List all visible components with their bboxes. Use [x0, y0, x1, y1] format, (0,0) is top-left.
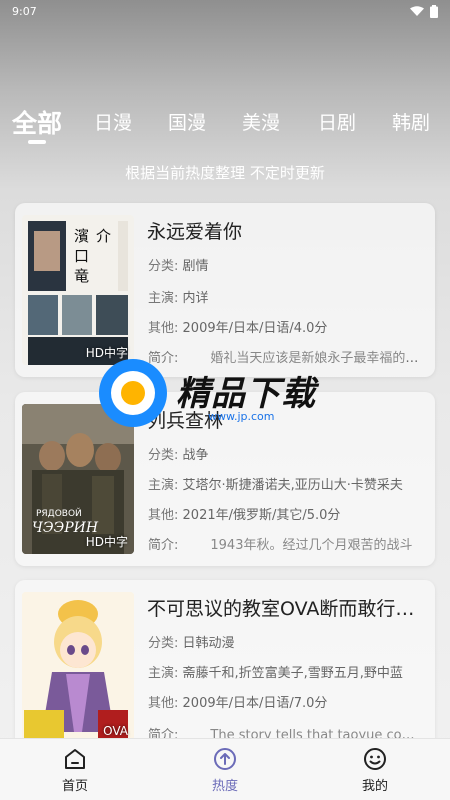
- nav-home[interactable]: 首页: [0, 739, 150, 800]
- item-other: 其他: 2021年/俄罗斯/其它/5.0分: [148, 504, 423, 523]
- nav-profile[interactable]: 我的: [300, 739, 450, 800]
- status-icons: [410, 4, 438, 18]
- item-intro: 简介: 1943年秋。经过几个月艰苦的战斗: [148, 534, 423, 553]
- tab-american-comics[interactable]: 美漫: [242, 108, 280, 135]
- other-value: 2021年/俄罗斯/其它/5.0分: [182, 508, 341, 523]
- nav-profile-label: 我的: [361, 778, 388, 794]
- status-time: 9:07: [12, 4, 37, 18]
- tab-japanese-drama[interactable]: 日剧: [318, 108, 356, 135]
- category-label: 分类:: [148, 448, 179, 463]
- tab-korean-drama[interactable]: 韩剧: [392, 108, 430, 135]
- category-value: 日韩动漫: [182, 636, 235, 651]
- category-label: 分类:: [148, 259, 179, 274]
- svg-text:濱: 濱: [74, 227, 89, 245]
- poster-image: 濱 口 竜 介 HD中字: [22, 215, 134, 365]
- item-title: 列兵查林: [147, 410, 224, 432]
- profile-smile-icon: [364, 747, 386, 770]
- item-cast: 主演: 艾塔尔·斯捷潘诺夫,亚历山大·卡赞采夫: [148, 474, 423, 493]
- svg-text:竜: 竜: [74, 267, 89, 285]
- list-item[interactable]: OVA 不可思议的教室OVA断而敢行之章 分类: 日韩动漫 主演: 斋藤千和,折…: [15, 580, 435, 754]
- page-subtitle: 根据当前热度整理 不定时更新: [125, 164, 325, 182]
- item-other: 其他: 2009年/日本/日语/4.0分: [148, 317, 423, 336]
- item-category: 分类: 剧情: [148, 255, 423, 274]
- other-label: 其他:: [148, 508, 179, 523]
- poster-image: OVA: [22, 592, 134, 742]
- other-value: 2009年/日本/日语/7.0分: [182, 696, 328, 711]
- item-category: 分类: 战争: [148, 444, 423, 463]
- cast-label: 主演:: [148, 478, 179, 493]
- svg-text:介: 介: [96, 227, 111, 245]
- home-icon: [65, 748, 85, 769]
- tab-indicator: [28, 140, 46, 144]
- wifi-icon: [410, 5, 424, 16]
- intro-value: 1943年秋。经过几个月艰苦的战斗: [210, 538, 413, 553]
- svg-text:口: 口: [74, 247, 89, 265]
- tab-all[interactable]: 全部: [12, 104, 62, 140]
- battery-icon: [430, 4, 438, 18]
- item-other: 其他: 2009年/日本/日语/7.0分: [148, 692, 423, 711]
- quality-badge: OVA: [103, 724, 128, 738]
- intro-label: 简介:: [148, 351, 179, 366]
- intro-label: 简介:: [148, 538, 179, 553]
- item-category: 分类: 日韩动漫: [148, 632, 423, 651]
- svg-text:РЯДОВОЙ: РЯДОВОЙ: [36, 507, 82, 519]
- poster-image: РЯДОВОЙ ЧЭЭРИН HD中字: [22, 404, 134, 554]
- nav-trending-label: 热度: [211, 778, 238, 794]
- category-value: 战争: [182, 448, 209, 463]
- other-label: 其他:: [148, 321, 179, 336]
- cast-value: 内详: [182, 291, 209, 306]
- tab-japanese-anime[interactable]: 日漫: [94, 108, 132, 135]
- item-intro: 简介: 婚礼当天应该是新娘永子最幸福的一天: [148, 347, 423, 366]
- tab-chinese-anime[interactable]: 国漫: [168, 108, 206, 135]
- quality-badge: HD中字: [85, 346, 128, 360]
- cast-value: 斋藤千和,折笠富美子,雪野五月,野中蓝: [182, 666, 403, 681]
- bottom-nav: 首页 热度 我的: [0, 738, 450, 800]
- category-label: 分类:: [148, 636, 179, 651]
- nav-trending[interactable]: 热度: [150, 739, 300, 800]
- cast-label: 主演:: [148, 666, 179, 681]
- cast-value: 艾塔尔·斯捷潘诺夫,亚历山大·卡赞采夫: [182, 478, 403, 493]
- item-title: 不可思议的教室OVA断而敢行之章: [147, 598, 427, 620]
- trending-icon: [214, 747, 236, 770]
- category-tabs: 全部 日漫 国漫 美漫 日剧 韩剧: [0, 100, 450, 144]
- category-value: 剧情: [182, 259, 209, 274]
- status-bar: 9:07: [0, 0, 450, 22]
- list-item[interactable]: 濱 口 竜 介 HD中字 永远爱着你 分类: 剧情 主演: 内详 其他: 200…: [15, 203, 435, 377]
- intro-value: 婚礼当天应该是新娘永子最幸福的一天: [210, 351, 423, 366]
- nav-home-label: 首页: [61, 778, 88, 794]
- other-label: 其他:: [148, 696, 179, 711]
- quality-badge: HD中字: [85, 535, 128, 549]
- item-title: 永远爱着你: [147, 221, 243, 243]
- cast-label: 主演:: [148, 291, 179, 306]
- other-value: 2009年/日本/日语/4.0分: [182, 321, 328, 336]
- item-cast: 主演: 斋藤千和,折笠富美子,雪野五月,野中蓝: [148, 662, 423, 681]
- list-item[interactable]: РЯДОВОЙ ЧЭЭРИН HD中字 列兵查林 分类: 战争 主演: 艾塔尔·…: [15, 392, 435, 566]
- item-cast: 主演: 内详: [148, 287, 423, 306]
